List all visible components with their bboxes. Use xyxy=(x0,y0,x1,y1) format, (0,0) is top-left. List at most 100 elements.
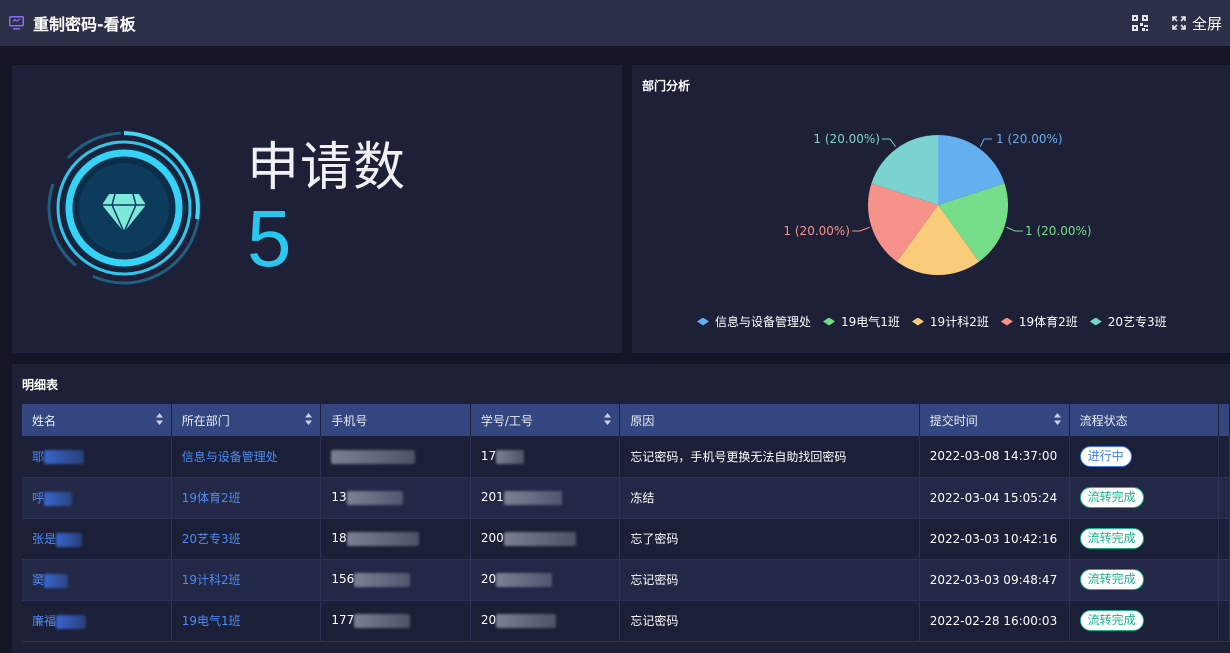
top-bar: 重制密码-看板 全屏 xyxy=(0,0,1230,46)
fullscreen-button[interactable]: 全屏 xyxy=(1172,13,1222,34)
cell-name[interactable]: 呼 xyxy=(22,477,172,519)
cell-time: 2022-03-03 10:42:16 xyxy=(919,518,1070,560)
panel-title: 明细表 xyxy=(22,378,59,392)
column-header-name[interactable]: 姓名 xyxy=(22,404,172,436)
legend-label: 19电气1班 xyxy=(841,315,900,329)
cell-dept[interactable]: 19电气1班 xyxy=(171,600,322,642)
cell-name[interactable]: 张是 xyxy=(22,518,172,560)
table-header-row: 姓名 所在部门 手机号 学号/工号 原因 提交时间 流程状态 xyxy=(22,404,1230,436)
column-header-time[interactable]: 提交时间 xyxy=(919,404,1070,436)
cell-time: 2022-03-03 09:48:47 xyxy=(919,559,1070,601)
status-badge[interactable]: 进行中 xyxy=(1079,445,1132,467)
legend-marker xyxy=(911,317,924,326)
pie-chart: 1 (20.00%) 1 (20.00%) 1 (20.00%) 1 (20.00%) xyxy=(783,132,1092,275)
cell-reason: 忘记密码，手机号更换无法自助找回密码 xyxy=(619,436,920,478)
cell-name[interactable]: 耶 xyxy=(22,436,172,478)
status-badge[interactable]: 流转完成 xyxy=(1079,487,1144,508)
diamond-icon xyxy=(47,131,201,285)
status-badge[interactable]: 流转完成 xyxy=(1079,569,1144,590)
column-header-id[interactable]: 学号/工号 xyxy=(470,404,621,436)
redacted-mask xyxy=(44,450,85,465)
cell-extra xyxy=(1218,518,1230,560)
cell-id: 200 xyxy=(470,518,621,560)
status-badge[interactable]: 流转完成 xyxy=(1079,528,1144,549)
cell-dept[interactable]: 19计科2班 xyxy=(171,559,322,601)
cell-dept[interactable]: 20艺专3班 xyxy=(171,518,322,560)
redacted-mask xyxy=(503,490,562,505)
chart-legend: 信息与设备管理处 19电气1班 19计科2班 19体育2班 20艺专3班 xyxy=(697,313,1179,330)
cell-status: 流转完成 xyxy=(1069,600,1219,642)
cell-reason: 忘了密码 xyxy=(619,518,920,560)
redacted-mask xyxy=(496,449,525,464)
redacted-mask xyxy=(496,572,553,587)
table-row: 张是 20艺专3班 18 200 忘了密码 2022-03-03 10:42:16 流转完成 xyxy=(22,518,1230,560)
application-count-panel: 申请数 5 xyxy=(12,65,622,353)
data-label: 1 (20.00%) xyxy=(783,224,850,238)
detail-table-panel: 明细表 姓名 所在部门 手机号 学号/工号 原因 提交时间 流程状态 耶信息与设… xyxy=(12,364,1230,653)
fullscreen-label: 全屏 xyxy=(1191,14,1222,33)
label-line xyxy=(882,138,897,148)
table-row: 耶信息与设备管理处 17 忘记密码，手机号更换无法自助找回密码 2022-03-08 … xyxy=(22,436,1230,478)
cell-dept[interactable]: 信息与设备管理处 xyxy=(171,436,322,478)
cell-time: 2022-02-28 16:00:03 xyxy=(919,600,1070,642)
stat-label: 申请数 xyxy=(247,138,407,198)
cell-id: 17 xyxy=(470,436,621,478)
legend-item[interactable]: 信息与设备管理处 xyxy=(697,313,811,330)
legend-label: 20艺专3班 xyxy=(1107,315,1167,329)
column-header-status: 流程状态 xyxy=(1069,404,1219,436)
cell-reason: 忘记密码 xyxy=(619,559,920,601)
cell-phone: 13 xyxy=(320,477,471,519)
cell-status: 流转完成 xyxy=(1069,518,1219,560)
redacted-mask xyxy=(346,531,419,546)
department-analysis-panel: 部门分析 1 (20.00%) 1 (20.00%) 1 (20.00%) 1 (20… xyxy=(632,65,1230,353)
legend-marker xyxy=(697,317,709,326)
cell-time: 2022-03-08 14:37:00 xyxy=(919,436,1070,478)
cell-phone: 177 xyxy=(320,600,471,642)
cell-phone: 18 xyxy=(320,518,471,560)
cell-status: 流转完成 xyxy=(1069,477,1219,519)
column-header-dept[interactable]: 所在部门 xyxy=(171,404,322,436)
redacted-mask xyxy=(331,449,416,464)
cell-status: 进行中 xyxy=(1069,436,1219,478)
redacted-mask xyxy=(496,613,557,628)
label-line xyxy=(1006,226,1023,232)
status-badge[interactable]: 流转完成 xyxy=(1079,610,1144,631)
cell-name[interactable]: 廉福 xyxy=(22,600,172,642)
legend-item[interactable]: 19计科2班 xyxy=(911,313,989,330)
redacted-mask xyxy=(56,532,83,547)
redacted-mask xyxy=(44,573,69,588)
monitor-icon xyxy=(8,15,24,31)
cell-extra xyxy=(1218,600,1230,642)
sort-icon[interactable] xyxy=(155,413,163,425)
legend-item[interactable]: 19体育2班 xyxy=(1000,313,1078,330)
page-title: 重制密码-看板 xyxy=(33,15,136,34)
legend-label: 信息与设备管理处 xyxy=(715,315,812,329)
fullscreen-icon xyxy=(1172,16,1186,30)
cell-phone: 156 xyxy=(320,559,471,601)
redacted-mask xyxy=(346,490,403,505)
sort-icon[interactable] xyxy=(305,413,313,425)
column-header-extra xyxy=(1218,404,1230,436)
cell-phone xyxy=(320,436,471,478)
cell-name[interactable]: 窦 xyxy=(22,559,172,601)
cell-extra xyxy=(1218,477,1230,519)
sort-icon[interactable] xyxy=(1053,413,1061,425)
legend-item[interactable]: 19电气1班 xyxy=(823,313,900,330)
cell-time: 2022-03-04 15:05:24 xyxy=(919,477,1070,519)
redacted-mask xyxy=(56,614,87,629)
cell-dept[interactable]: 19体育2班 xyxy=(171,477,322,519)
detail-table: 姓名 所在部门 手机号 学号/工号 原因 提交时间 流程状态 耶信息与设备管理处… xyxy=(22,404,1230,642)
qrcode-icon[interactable] xyxy=(1131,14,1150,32)
legend-label: 19计科2班 xyxy=(929,315,989,329)
cell-extra xyxy=(1218,559,1230,601)
data-label: 1 (20.00%) xyxy=(813,132,880,146)
cell-extra xyxy=(1218,436,1230,478)
cell-id: 20 xyxy=(470,600,621,642)
redacted-mask xyxy=(44,491,73,506)
legend-item[interactable]: 20艺专3班 xyxy=(1089,313,1167,330)
redacted-mask xyxy=(503,531,576,546)
sort-icon[interactable] xyxy=(604,413,612,425)
column-header-phone: 手机号 xyxy=(320,404,471,436)
label-line xyxy=(979,138,992,147)
stat-value: 5 xyxy=(247,194,292,283)
